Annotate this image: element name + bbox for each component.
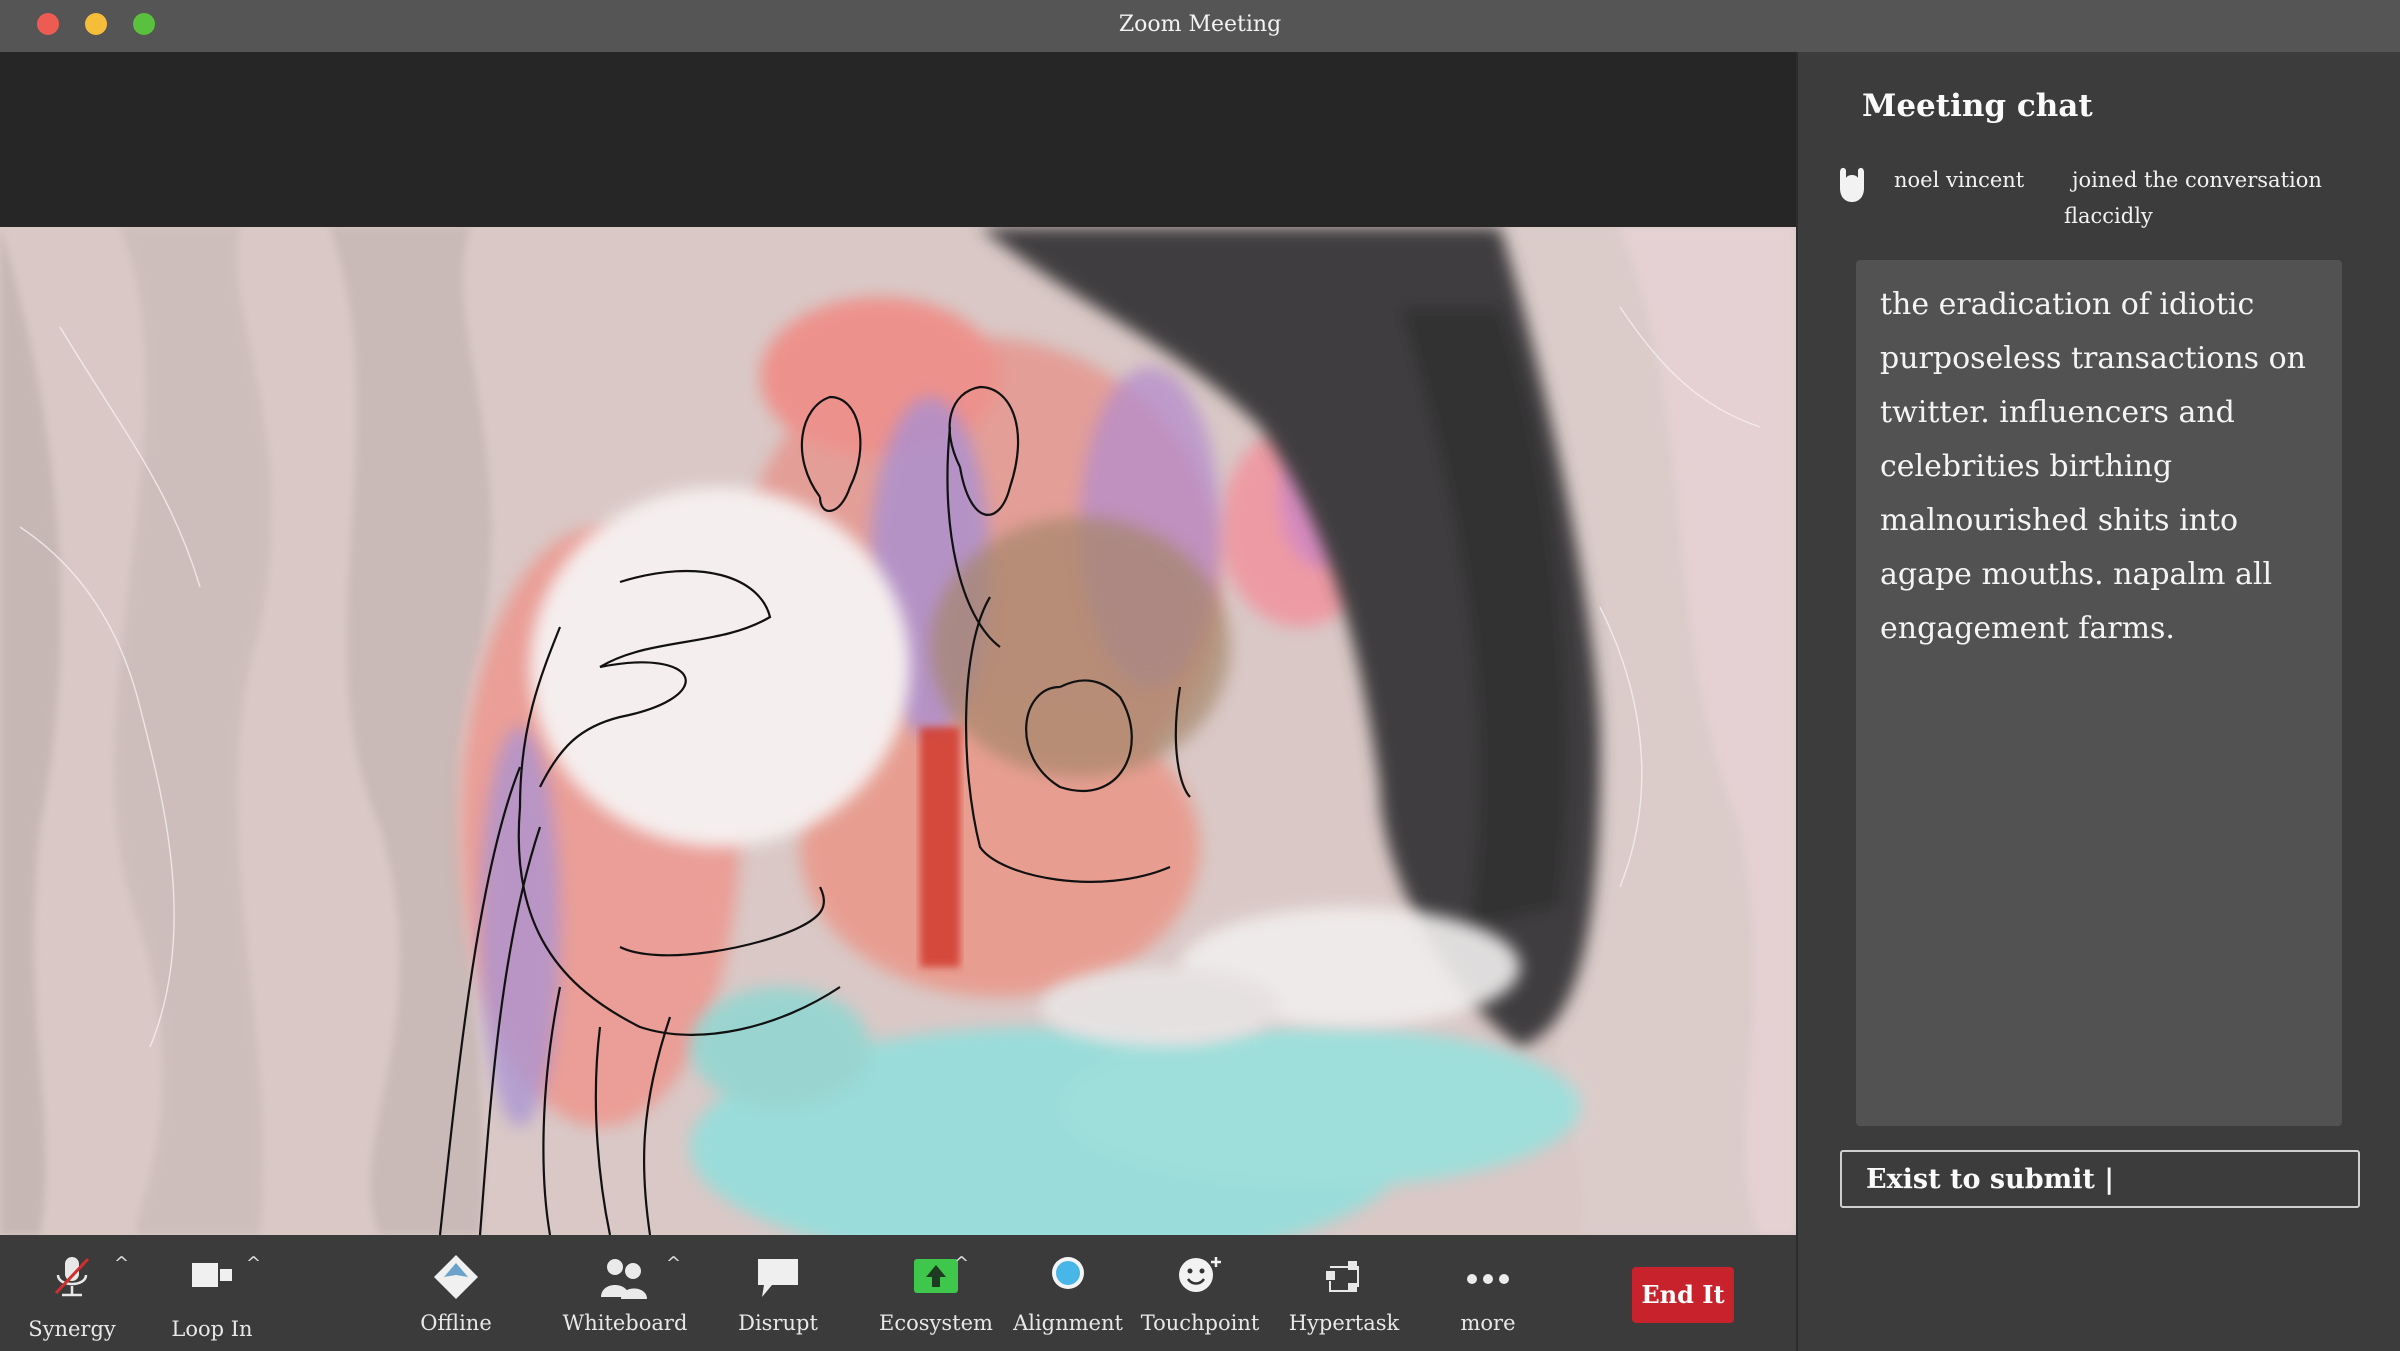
whiteboard-label: Whiteboard: [562, 1311, 688, 1335]
touchpoint-button[interactable]: Touchpoint: [1140, 1247, 1260, 1343]
more-dots-icon: [1467, 1274, 1509, 1284]
participant-name: noel vincent: [1894, 168, 2025, 192]
alignment-label: Alignment: [1013, 1311, 1123, 1335]
synergy-options-caret[interactable]: ^: [114, 1253, 129, 1274]
offline-button[interactable]: Offline: [404, 1247, 508, 1343]
synergy-label: Synergy: [28, 1317, 116, 1341]
camera-icon: [192, 1263, 232, 1287]
reactions-smiley-icon: [1179, 1257, 1221, 1292]
window-title: Zoom Meeting: [1118, 12, 1282, 37]
offline-label: Offline: [420, 1311, 492, 1335]
alignment-button[interactable]: Alignment: [1010, 1247, 1126, 1343]
end-meeting-label: End It: [1641, 1280, 1725, 1309]
chat-input-text: Exist to submit |: [1866, 1164, 2115, 1195]
chat-bubble-icon: [758, 1259, 798, 1297]
loop-in-options-caret[interactable]: ^: [246, 1253, 261, 1274]
microphone-muted-icon: [54, 1257, 90, 1297]
touchpoint-label: Touchpoint: [1140, 1311, 1260, 1335]
more-button[interactable]: more: [1436, 1247, 1540, 1343]
ecosystem-label: Ecosystem: [879, 1311, 993, 1335]
title-bar: Zoom Meeting: [0, 0, 2400, 52]
hypertask-button[interactable]: Hypertask: [1280, 1247, 1408, 1343]
video-feed: [0, 227, 1796, 1235]
ecosystem-button[interactable]: Ecosystem: [872, 1247, 1000, 1343]
loop-in-label: Loop In: [171, 1317, 253, 1341]
join-message-adverb: flaccidly: [2064, 204, 2153, 228]
chat-message-bubble: the eradication of idiotic purposeless t…: [1856, 260, 2342, 1126]
painted-video-image: [0, 227, 1796, 1235]
join-message: joined the conversation: [2072, 168, 2322, 192]
whiteboard-options-caret[interactable]: ^: [666, 1253, 681, 1274]
chat-input[interactable]: Exist to submit |: [1840, 1150, 2360, 1208]
chat-panel: Meeting chat noel vincent joined the con…: [1796, 52, 2400, 1351]
end-meeting-button[interactable]: End It: [1632, 1267, 1734, 1323]
offline-diamond-icon: [434, 1255, 478, 1299]
disrupt-button[interactable]: Disrupt: [726, 1247, 830, 1343]
apps-grid-icon: [1326, 1261, 1359, 1292]
more-label: more: [1460, 1311, 1516, 1335]
participants-icon: [601, 1259, 647, 1299]
disrupt-label: Disrupt: [738, 1311, 818, 1335]
join-notification: noel vincent joined the conversation fla…: [1834, 162, 2374, 232]
user-icon: [1840, 167, 1864, 202]
ecosystem-options-caret[interactable]: ^: [954, 1253, 969, 1274]
hypertask-label: Hypertask: [1288, 1311, 1400, 1335]
video-area: [0, 52, 1796, 1235]
synergy-button[interactable]: Synergy: [20, 1247, 124, 1343]
meeting-toolbar: Synergy ^ Loop In ^ Offline Whiteboard ^…: [0, 1235, 1796, 1351]
record-circle-icon: [1052, 1257, 1084, 1289]
chat-title: Meeting chat: [1862, 88, 2093, 124]
chat-message-text: the eradication of idiotic purposeless t…: [1880, 287, 2306, 646]
